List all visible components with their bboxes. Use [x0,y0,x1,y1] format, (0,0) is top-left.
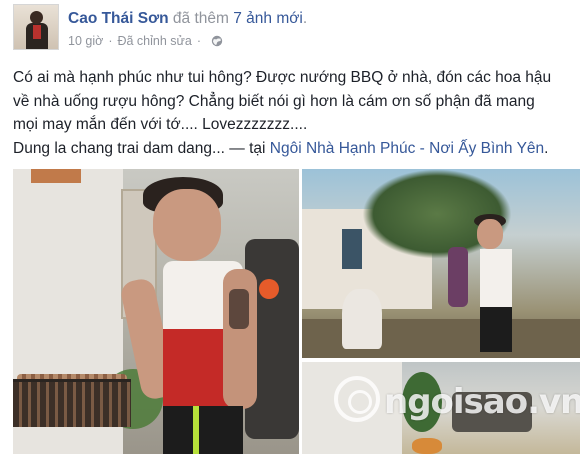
watermark-text: ngoisao.vn [384,382,580,422]
post-meta: 10 giờ · Đã chỉnh sửa · [68,34,223,48]
globe-icon[interactable] [211,35,223,47]
post-body: Có ai mà hạnh phúc như tui hông? Được nư… [13,66,578,160]
photo-count-link[interactable]: 7 ảnh mới [233,10,303,27]
post-text-line-2: về nhà uống rượu hông? Chẳng biết nói gì… [13,92,535,110]
bbq-grill [13,379,131,427]
man-shorts [480,307,512,352]
post-headline: Cao Thái Sơn đã thêm 7 ảnh mới. [68,10,307,28]
woman-figure [448,247,468,307]
man-tank-top [480,249,512,307]
watermark: ngoisao.vn [334,370,580,430]
motorbike-light [259,279,279,299]
house-window [342,229,362,269]
meta-separator: · [108,34,113,48]
tag-suffix: . [544,139,549,157]
place-link[interactable]: Ngôi Nhà Hạnh Phúc - Nơi Ấy Bình Yên [270,140,544,157]
avatar-head [30,11,43,24]
statue [342,289,382,349]
tag-prefix: Dung la chang trai dam dang... — tại [13,139,270,157]
man-head [153,189,221,261]
author-name[interactable]: Cao Thái Sơn [68,10,169,27]
post-text-line-1: Có ai mà hạnh phúc như tui hông? Được nư… [13,69,552,86]
edited-label[interactable]: Đã chỉnh sửa [117,34,191,48]
avatar-shirt [33,25,41,39]
roof-vent [31,169,81,183]
grill-fire [412,438,442,454]
avatar[interactable] [13,4,59,50]
meta-separator-2: · [196,34,202,48]
arm-tattoo [229,289,249,329]
facebook-post: Cao Thái Sơn đã thêm 7 ảnh mới. 10 giờ ·… [0,0,580,454]
shorts-stripe [193,406,199,454]
man-shorts [163,406,243,454]
headline-period: . [302,10,308,27]
garden-photo[interactable] [302,169,580,358]
post-text-line-3: mọi may mắn đến với tớ.... Lovezzzzzzz..… [13,116,308,133]
post-time[interactable]: 10 giờ [68,34,103,48]
man-head [477,219,503,249]
action-text: đã thêm [172,10,229,27]
bbq-grilling-photo[interactable] [13,169,299,454]
post-text-line-4: Dung la chang trai dam dang... — tại Ngô… [13,137,578,161]
watermark-logo-icon [334,376,380,422]
